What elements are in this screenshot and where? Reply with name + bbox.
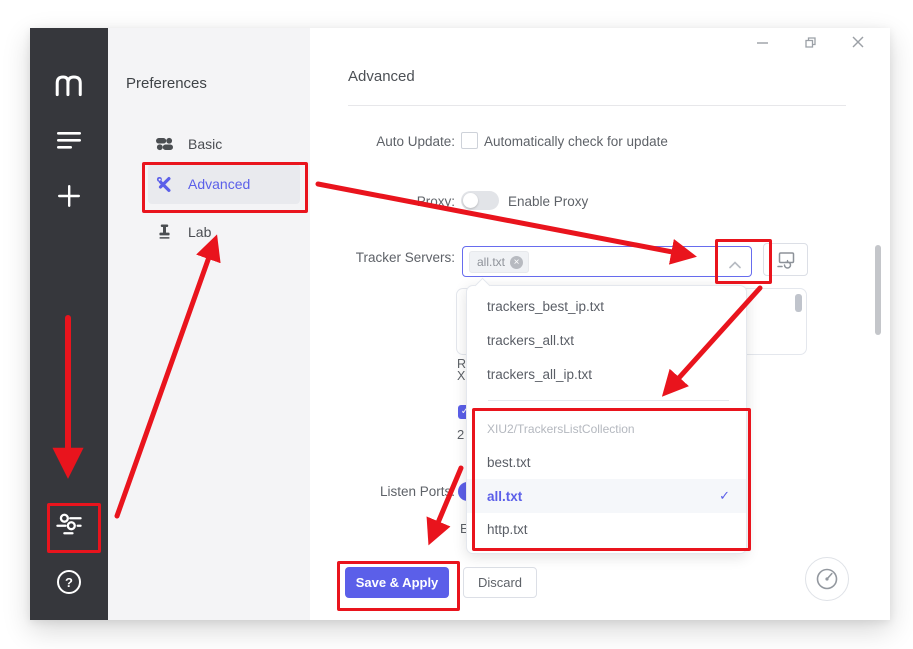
basic-toggles-icon (156, 136, 173, 153)
textarea-scrollbar[interactable] (795, 294, 802, 312)
motrix-preferences-window: ? Preferences Basic Advanced Lab Advance… (30, 28, 890, 620)
sidebar-item-lab[interactable]: Lab (148, 212, 300, 252)
auto-update-text[interactable]: Automatically check for update (484, 134, 668, 149)
discard-button[interactable]: Discard (463, 567, 537, 598)
help-glyph: ? (65, 574, 73, 590)
sidebar-item-advanced[interactable]: Advanced (148, 164, 300, 204)
title-divider (348, 105, 846, 106)
check-icon: ✓ (719, 488, 730, 503)
sync-trackers-button[interactable] (763, 243, 808, 276)
task-list-icon[interactable] (30, 131, 108, 149)
preferences-panel: Preferences Basic Advanced Lab (108, 28, 310, 620)
sidebar-item-label: Lab (188, 224, 212, 240)
close-icon[interactable] (850, 34, 866, 50)
speed-test-button[interactable] (805, 557, 849, 601)
minimize-button[interactable] (754, 34, 770, 50)
auto-update-checkbox[interactable] (461, 132, 478, 149)
lab-stamp-icon (156, 224, 173, 241)
proxy-toggle[interactable] (461, 191, 499, 210)
add-task-icon[interactable] (30, 185, 108, 207)
tracker-servers-select[interactable]: all.txt × (462, 246, 752, 277)
obscured-text-fragment: X (457, 369, 466, 383)
preferences-title: Preferences (126, 75, 207, 92)
listen-ports-label: Listen Ports: (379, 484, 455, 499)
option-label: trackers_all.txt (487, 332, 575, 348)
dropdown-option[interactable]: trackers_all_ip.txt (467, 357, 746, 391)
tag-label: all.txt (477, 255, 506, 269)
proxy-text: Enable Proxy (508, 194, 589, 209)
dropdown-option[interactable]: trackers_best_ip.txt (467, 289, 746, 323)
sidebar-item-label: Basic (188, 136, 223, 152)
restore-button[interactable] (802, 34, 818, 50)
option-label: trackers_all_ip.txt (487, 366, 593, 382)
option-label: best.txt (487, 454, 531, 470)
save-apply-button[interactable]: Save & Apply (345, 567, 449, 598)
advanced-tools-icon (156, 176, 173, 193)
sidebar-item-basic[interactable]: Basic (148, 124, 300, 164)
option-label: trackers_best_ip.txt (487, 298, 605, 314)
preferences-icon[interactable] (30, 507, 108, 541)
tracker-dropdown: trackers_best_ip.txt trackers_all.txt tr… (466, 277, 747, 554)
obscured-text-fragment: 2 (457, 427, 465, 442)
page-title: Advanced (348, 68, 415, 85)
help-icon[interactable]: ? (30, 570, 108, 594)
dropdown-option[interactable]: best.txt (467, 445, 746, 479)
app-sidebar: ? (30, 28, 108, 620)
tracker-servers-label: Tracker Servers: (355, 250, 455, 265)
auto-update-label: Auto Update: (376, 134, 455, 149)
dropdown-divider (488, 400, 729, 401)
toggle-knob (463, 193, 478, 208)
option-label: http.txt (487, 521, 528, 537)
sidebar-item-label: Advanced (188, 176, 251, 192)
main-content: Advanced Auto Update: Automatically chec… (310, 28, 890, 620)
chevron-up-icon[interactable] (729, 256, 741, 274)
dropdown-group-label: XIU2/TrackersListCollection (487, 422, 635, 436)
option-label: all.txt (487, 488, 523, 504)
proxy-label: Proxy: (416, 194, 455, 209)
dropdown-option[interactable]: trackers_all.txt (467, 323, 746, 357)
window-scrollbar[interactable] (875, 245, 881, 335)
dropdown-option-selected[interactable]: all.txt ✓ (467, 479, 746, 513)
tag-remove-icon[interactable]: × (510, 255, 524, 269)
dropdown-option[interactable]: http.txt (467, 512, 746, 546)
motrix-logo (30, 70, 108, 100)
selected-tag: all.txt × (469, 251, 530, 273)
